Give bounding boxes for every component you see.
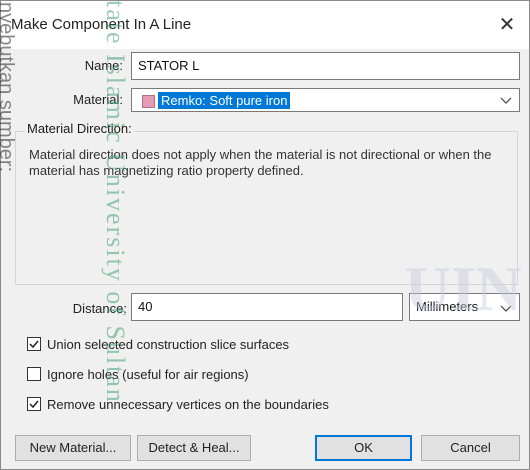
ok-button[interactable]: OK — [315, 435, 412, 461]
material-direction-note: Material direction does not apply when t… — [29, 147, 492, 178]
union-slices-checkbox[interactable] — [27, 337, 41, 351]
option-union-slices[interactable]: Union selected construction slice surfac… — [27, 335, 289, 353]
material-direction-title: Material Direction: — [25, 121, 134, 136]
distance-label: Distance: — [72, 301, 127, 316]
ignore-holes-checkbox[interactable] — [27, 367, 41, 381]
dialog-title: Make Component In A Line — [11, 16, 192, 33]
units-selected-value: Millimeters — [416, 299, 479, 314]
new-material-button[interactable]: New Material... — [15, 435, 131, 461]
chevron-down-icon — [500, 305, 512, 312]
option-remove-vertices[interactable]: Remove unnecessary vertices on the bound… — [27, 395, 329, 413]
material-label: Material: — [73, 92, 123, 107]
detect-heal-button[interactable]: Detect & Heal... — [137, 435, 251, 461]
union-slices-label: Union selected construction slice surfac… — [47, 336, 290, 352]
checkmark-icon — [29, 340, 39, 349]
remove-vertices-checkbox[interactable] — [27, 397, 41, 411]
material-selected-value: Remko: Soft pure iron — [158, 92, 291, 109]
ignore-holes-label: Ignore holes (useful for air regions) — [47, 366, 249, 382]
close-icon: ✕ — [498, 14, 516, 36]
checkmark-icon — [29, 400, 39, 409]
name-label: Name: — [84, 58, 123, 73]
option-ignore-holes[interactable]: Ignore holes (useful for air regions) — [27, 365, 249, 383]
cancel-button[interactable]: Cancel — [421, 435, 520, 461]
title-bar: Make Component In A Line ✕ — [1, 1, 529, 49]
distance-input[interactable]: 40 — [131, 293, 403, 321]
chevron-down-icon — [500, 97, 512, 104]
dialog-window: Make Component In A Line ✕ Name: STATOR … — [0, 0, 530, 470]
name-input[interactable]: STATOR L — [131, 52, 520, 80]
material-select[interactable]: Remko: Soft pure iron — [131, 88, 520, 112]
material-color-swatch — [142, 95, 155, 108]
remove-vertices-label: Remove unnecessary vertices on the bound… — [47, 396, 329, 412]
close-button[interactable]: ✕ — [493, 11, 521, 39]
units-select[interactable]: Millimeters — [409, 293, 520, 321]
